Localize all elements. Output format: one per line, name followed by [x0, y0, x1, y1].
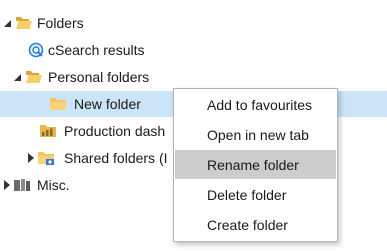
- search-results-icon: [28, 42, 44, 58]
- tree-item-label: cSearch results: [48, 42, 145, 58]
- menu-item-label: Delete folder: [207, 186, 287, 203]
- menu-item-add-to-favourites[interactable]: Add to favourites: [175, 90, 336, 119]
- menu-item-label: Open in new tab: [207, 126, 309, 143]
- misc-icon: [14, 179, 30, 191]
- expand-arrow-icon[interactable]: [4, 20, 11, 27]
- menu-item-rename-folder[interactable]: Rename folder: [175, 150, 336, 179]
- shared-folder-icon: [38, 152, 54, 165]
- dashboard-icon: [40, 125, 56, 137]
- expand-arrow-icon[interactable]: [14, 74, 21, 81]
- menu-item-label: Rename folder: [207, 156, 299, 173]
- folder-open-icon: [16, 17, 32, 29]
- tree-item-label: Personal folders: [48, 69, 150, 85]
- tree-item-label: Misc.: [37, 177, 70, 193]
- menu-item-open-in-new-tab[interactable]: Open in new tab: [175, 120, 336, 149]
- tree-item-personal-folders[interactable]: Personal folders: [0, 64, 387, 90]
- menu-item-delete-folder[interactable]: Delete folder: [175, 180, 336, 209]
- context-menu: Add to favourites Open in new tab Rename…: [173, 88, 338, 242]
- collapse-arrow-icon[interactable]: [4, 180, 10, 190]
- folder-icon: [50, 98, 66, 110]
- tree-item-label: Folders: [37, 15, 84, 31]
- menu-item-label: Add to favourites: [207, 96, 313, 113]
- menu-item-create-folder[interactable]: Create folder: [175, 210, 336, 239]
- menu-item-label: Create folder: [207, 216, 288, 233]
- collapse-arrow-icon[interactable]: [28, 153, 34, 163]
- tree-item-label: Shared folders (I: [64, 150, 168, 166]
- tree-item-label: New folder: [74, 96, 141, 112]
- tree-item-search-results[interactable]: cSearch results: [0, 37, 387, 63]
- tree-item-folders[interactable]: Folders: [0, 10, 387, 36]
- tree-item-label: Production dash: [64, 123, 166, 139]
- folder-open-icon: [26, 71, 42, 83]
